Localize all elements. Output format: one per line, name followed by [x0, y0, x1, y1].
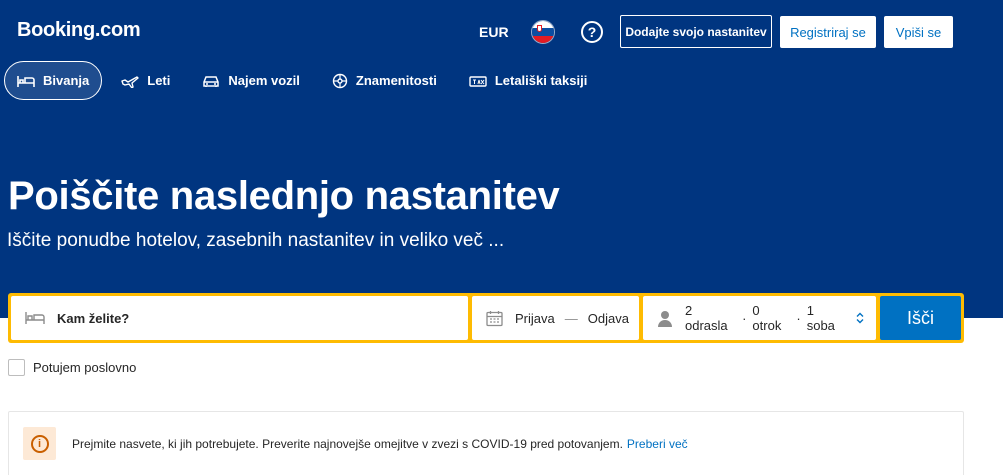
destination-placeholder: Kam želite? — [57, 310, 130, 326]
date-picker[interactable]: Prijava — Odjava — [472, 296, 639, 340]
nav-item-attractions[interactable]: Znamenitosti — [319, 61, 450, 100]
nav-item-airport-taxis[interactable]: Letališki taksiji — [456, 61, 601, 100]
adults-count: 2 odrasla — [685, 303, 728, 333]
logo[interactable]: Booking.com — [17, 19, 141, 42]
guests-selector[interactable]: 2 odrasla · 0 otrok · 1 soba — [643, 296, 876, 340]
nav-item-label: Letališki taksiji — [494, 73, 588, 88]
date-separator: — — [564, 310, 578, 326]
nav-item-label: Leti — [147, 73, 171, 88]
covid-notice: i Prejmite nasvete, ki jih potrebujete. … — [8, 411, 964, 475]
car-icon — [203, 75, 220, 87]
nav-item-label: Najem vozil — [228, 73, 300, 88]
person-icon — [658, 310, 672, 327]
plane-icon — [121, 75, 139, 88]
slovenia-flag-icon[interactable] — [531, 20, 555, 44]
page-subtitle: Iščite ponudbe hotelov, zasebnih nastani… — [7, 230, 505, 251]
attractions-icon — [332, 73, 348, 88]
notice-text: Prejmite nasvete, ki jih potrebujete. Pr… — [72, 436, 623, 451]
business-travel-checkbox[interactable] — [8, 359, 25, 376]
chevron-updown-icon — [856, 312, 876, 324]
currency-selector[interactable]: EUR — [479, 24, 509, 40]
taxi-icon — [469, 75, 487, 87]
main-nav: Bivanja Leti Najem vozil Znamenitosti Le… — [4, 61, 606, 100]
login-button[interactable]: Vpiši se — [884, 16, 953, 48]
add-property-button[interactable]: Dodajte svojo nastanitev — [620, 15, 772, 48]
help-icon[interactable]: ? — [581, 21, 603, 43]
info-icon: i — [30, 434, 49, 453]
nav-item-label: Znamenitosti — [355, 73, 437, 88]
nav-item-label: Bivanja — [43, 73, 90, 88]
page-title: Poiščite naslednjo nastanitev — [8, 174, 560, 218]
calendar-icon — [486, 310, 503, 326]
destination-input[interactable]: Kam želite? — [11, 296, 468, 340]
info-icon-box: i — [23, 427, 56, 460]
bed-icon — [17, 75, 35, 87]
business-travel-option[interactable]: Potujem poslovno — [8, 359, 136, 376]
children-count: 0 otrok — [752, 303, 782, 333]
read-more-link[interactable]: Preberi več — [627, 437, 688, 451]
search-button[interactable]: Išči — [880, 296, 961, 340]
nav-item-car-rental[interactable]: Najem vozil — [189, 61, 313, 100]
nav-item-flights[interactable]: Leti — [108, 61, 183, 100]
rooms-count: 1 soba — [806, 303, 835, 333]
nav-item-stays[interactable]: Bivanja — [4, 61, 103, 100]
separator-dot: · — [796, 310, 801, 326]
register-button[interactable]: Registriraj se — [780, 16, 876, 48]
checkin-label: Prijava — [515, 310, 555, 326]
separator-dot: · — [742, 310, 747, 326]
checkout-label: Odjava — [587, 310, 629, 326]
business-travel-label: Potujem poslovno — [33, 360, 137, 375]
bed-icon — [25, 312, 45, 324]
search-bar: Kam želite? Prijava — Odjava 2 odrasla ·… — [8, 293, 964, 343]
